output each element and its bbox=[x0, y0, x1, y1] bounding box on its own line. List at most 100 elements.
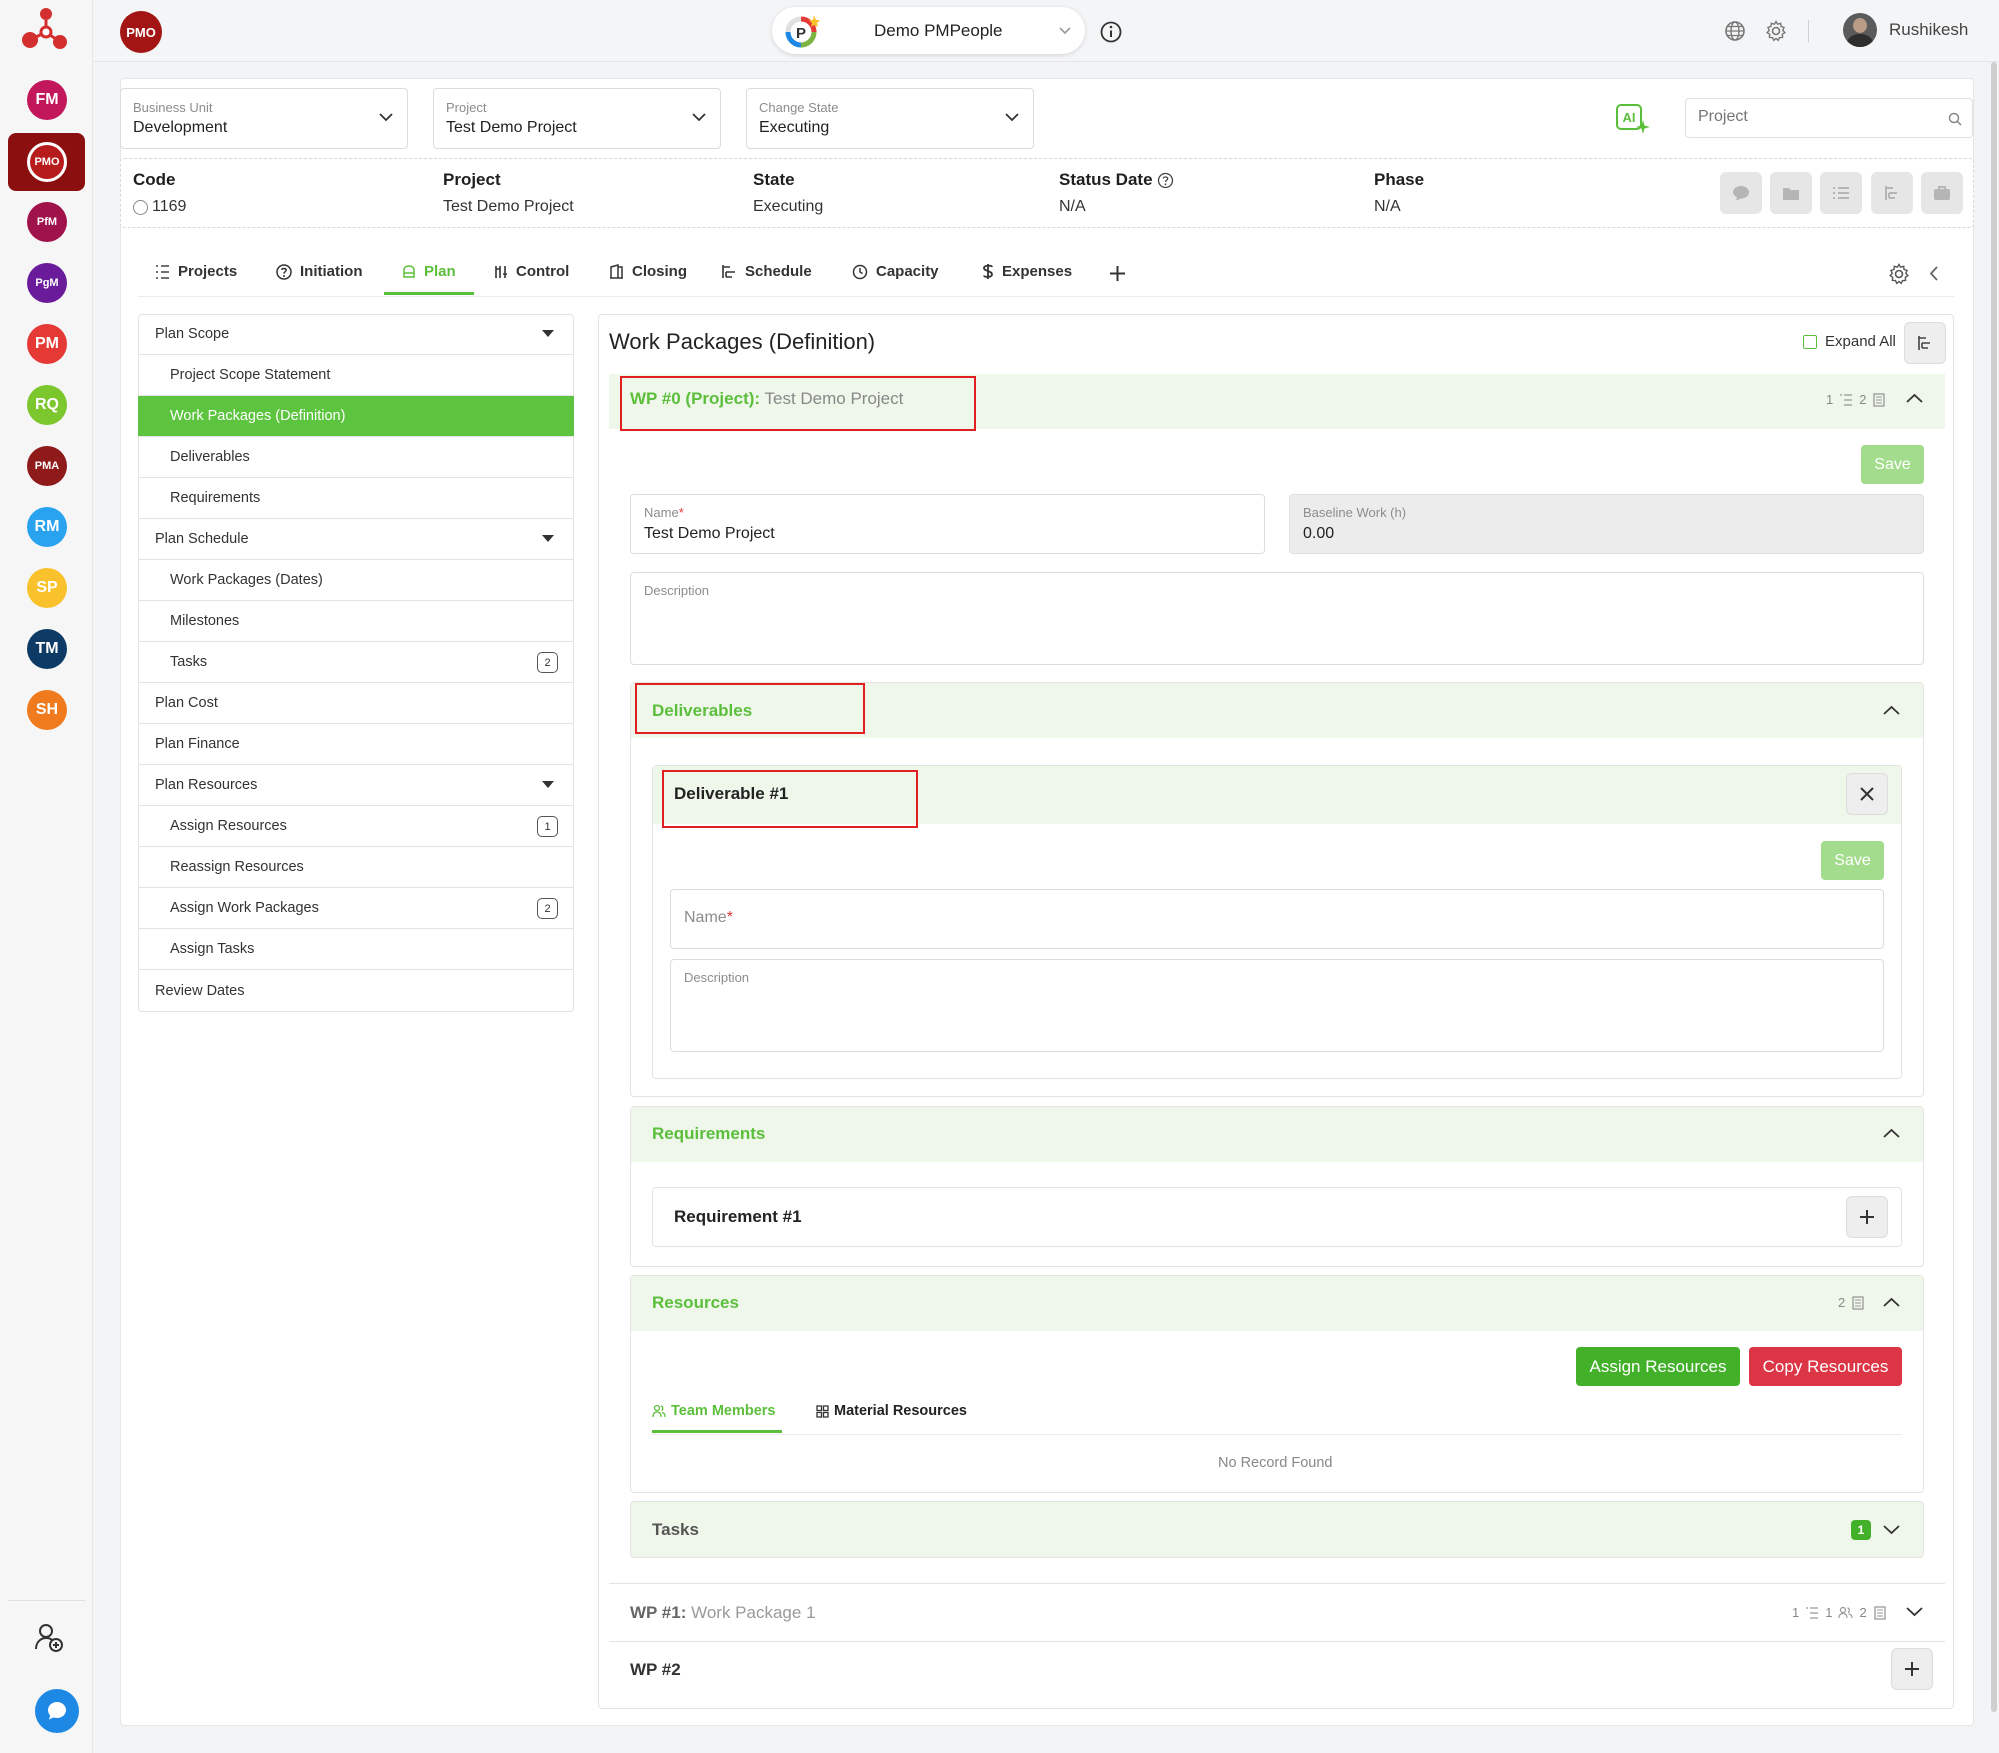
wp1-title[interactable]: WP #1: Work Package 1 bbox=[630, 1603, 816, 1623]
settings-gear-icon[interactable] bbox=[1888, 263, 1910, 285]
app-pma-button[interactable]: PMA bbox=[27, 446, 67, 486]
nav-item-tasks[interactable]: Tasks 2 bbox=[138, 642, 574, 683]
tab-plan[interactable]: Plan bbox=[402, 263, 456, 280]
requirements-header[interactable] bbox=[631, 1107, 1923, 1162]
app-sp-button[interactable]: SP bbox=[27, 568, 67, 608]
caret-down-icon[interactable] bbox=[542, 781, 554, 788]
tab-capacity[interactable]: Capacity bbox=[852, 263, 939, 280]
resources-title: Resources bbox=[652, 1293, 739, 1312]
module-badge: PMO bbox=[120, 11, 162, 53]
chevron-down-icon[interactable] bbox=[1883, 1525, 1900, 1535]
app-pgm-button[interactable]: PgM bbox=[27, 263, 67, 303]
tasks-header[interactable] bbox=[630, 1501, 1924, 1558]
settings-gear-icon[interactable] bbox=[1765, 20, 1787, 42]
nav-item-assign-resources[interactable]: Assign Resources 1 bbox=[138, 806, 574, 847]
chevron-up-icon[interactable] bbox=[1883, 705, 1900, 715]
nav-item-reassign-resources[interactable]: Reassign Resources bbox=[138, 847, 574, 888]
chat-button[interactable] bbox=[35, 1689, 79, 1733]
search-icon[interactable] bbox=[1948, 112, 1962, 126]
chevron-down-icon[interactable] bbox=[1906, 1607, 1923, 1617]
nav-item-plan-scope[interactable]: Plan Scope bbox=[138, 314, 574, 355]
ai-assistant-button[interactable]: AI bbox=[1614, 100, 1650, 136]
nav-item-review-dates[interactable]: Review Dates bbox=[138, 970, 574, 1011]
scrollbar[interactable] bbox=[1991, 62, 1997, 1712]
nav-item-assign-tasks[interactable]: Assign Tasks bbox=[138, 929, 574, 970]
chevron-up-icon[interactable] bbox=[1883, 1297, 1900, 1307]
add-tab-icon[interactable] bbox=[1109, 265, 1126, 282]
resources-header[interactable] bbox=[631, 1276, 1923, 1331]
deliverable-save-button[interactable]: Save bbox=[1821, 841, 1884, 880]
list-button[interactable] bbox=[1820, 172, 1862, 214]
search-input[interactable] bbox=[1698, 108, 1928, 126]
wp0-description-field[interactable]: Description bbox=[630, 572, 1924, 665]
nav-item-work-packages-dates[interactable]: Work Packages (Dates) bbox=[138, 560, 574, 601]
nav-item-requirements[interactable]: Requirements bbox=[138, 478, 574, 519]
app-rq-button[interactable]: RQ bbox=[27, 385, 67, 425]
user-avatar[interactable] bbox=[1843, 13, 1877, 47]
app-pmo-button[interactable]: PMO bbox=[27, 142, 67, 182]
app-sh-button[interactable]: SH bbox=[27, 690, 67, 730]
app-tm-button[interactable]: TM bbox=[27, 629, 67, 669]
chevron-left-icon[interactable] bbox=[1929, 266, 1939, 281]
nav-item-assign-work-packages[interactable]: Assign Work Packages 2 bbox=[138, 888, 574, 929]
remove-deliverable-button[interactable] bbox=[1846, 773, 1888, 815]
chevron-up-icon[interactable] bbox=[1906, 393, 1923, 403]
app-rm-button[interactable]: RM bbox=[27, 507, 67, 547]
caret-down-icon[interactable] bbox=[542, 535, 554, 542]
expand-all-label[interactable]: Expand All bbox=[1825, 333, 1896, 350]
tab-schedule[interactable]: Schedule bbox=[722, 263, 812, 280]
nav-item-plan-cost[interactable]: Plan Cost bbox=[138, 683, 574, 724]
tab-control[interactable]: Control bbox=[494, 263, 569, 280]
workspace-selector[interactable]: P Demo PMPeople bbox=[772, 7, 1085, 54]
hierarchy-icon bbox=[1918, 336, 1930, 350]
user-name[interactable]: Rushikesh bbox=[1889, 20, 1968, 40]
wp2-title[interactable]: WP #2 bbox=[630, 1660, 681, 1680]
tab-team-members[interactable]: Team Members bbox=[652, 1403, 776, 1419]
app-pfm-button[interactable]: PfM bbox=[27, 202, 67, 242]
tab-closing[interactable]: Closing bbox=[609, 263, 687, 280]
nav-item-plan-schedule[interactable]: Plan Schedule bbox=[138, 519, 574, 560]
project-dropdown[interactable]: Project Test Demo Project bbox=[433, 88, 721, 149]
wp0-name-field[interactable]: Name* Test Demo Project bbox=[630, 494, 1265, 554]
caret-down-icon[interactable] bbox=[542, 330, 554, 337]
comments-button[interactable] bbox=[1720, 172, 1762, 214]
tab-projects[interactable]: Projects bbox=[155, 263, 237, 280]
assign-resources-button[interactable]: Assign Resources bbox=[1576, 1347, 1740, 1386]
add-user-icon[interactable] bbox=[34, 1622, 64, 1652]
hierarchy-toggle-button[interactable] bbox=[1904, 322, 1946, 364]
copy-resources-button[interactable]: Copy Resources bbox=[1749, 1347, 1902, 1386]
archive-button[interactable] bbox=[1921, 172, 1963, 214]
nav-item-milestones[interactable]: Milestones bbox=[138, 601, 574, 642]
logo-icon[interactable] bbox=[20, 6, 72, 52]
help-icon[interactable] bbox=[1157, 172, 1174, 189]
nav-item-deliverables[interactable]: Deliverables bbox=[138, 437, 574, 478]
nav-item-plan-resources[interactable]: Plan Resources bbox=[138, 765, 574, 806]
requirements-title: Requirements bbox=[652, 1124, 766, 1143]
wp0-save-button[interactable]: Save bbox=[1861, 445, 1924, 484]
info-icon[interactable] bbox=[1099, 20, 1123, 44]
nav-item-work-packages-definition[interactable]: Work Packages (Definition) bbox=[138, 396, 574, 437]
nav-item-plan-finance[interactable]: Plan Finance bbox=[138, 724, 574, 765]
add-requirement-button[interactable] bbox=[1846, 1196, 1888, 1238]
count-badge: 2 bbox=[537, 652, 558, 673]
expand-all-checkbox[interactable] bbox=[1803, 335, 1817, 349]
deliverable-name-field[interactable]: Name* bbox=[670, 889, 1884, 949]
tab-material-resources[interactable]: Material Resources bbox=[816, 1403, 967, 1419]
app-fm-button[interactable]: FM bbox=[27, 80, 67, 120]
add-work-package-button[interactable] bbox=[1891, 1648, 1933, 1690]
app-pm-button[interactable]: PM bbox=[27, 324, 67, 364]
globe-icon[interactable] bbox=[1724, 20, 1746, 42]
change-state-dropdown[interactable]: Change State Executing bbox=[746, 88, 1034, 149]
tab-expenses[interactable]: Expenses bbox=[982, 263, 1072, 280]
business-unit-dropdown[interactable]: Business Unit Development bbox=[120, 88, 408, 149]
folder-button[interactable] bbox=[1770, 172, 1812, 214]
chevron-down-icon bbox=[692, 113, 706, 122]
project-search[interactable] bbox=[1685, 98, 1973, 138]
nav-item-project-scope-statement[interactable]: Project Scope Statement bbox=[138, 355, 574, 396]
wbs-button[interactable] bbox=[1871, 172, 1913, 214]
name-value[interactable]: Test Demo Project bbox=[644, 525, 775, 543]
chevron-up-icon[interactable] bbox=[1883, 1128, 1900, 1138]
tab-initiation[interactable]: Initiation bbox=[276, 263, 363, 280]
deliverable-description-field[interactable]: Description bbox=[670, 959, 1884, 1052]
list-tree-icon bbox=[156, 264, 169, 279]
